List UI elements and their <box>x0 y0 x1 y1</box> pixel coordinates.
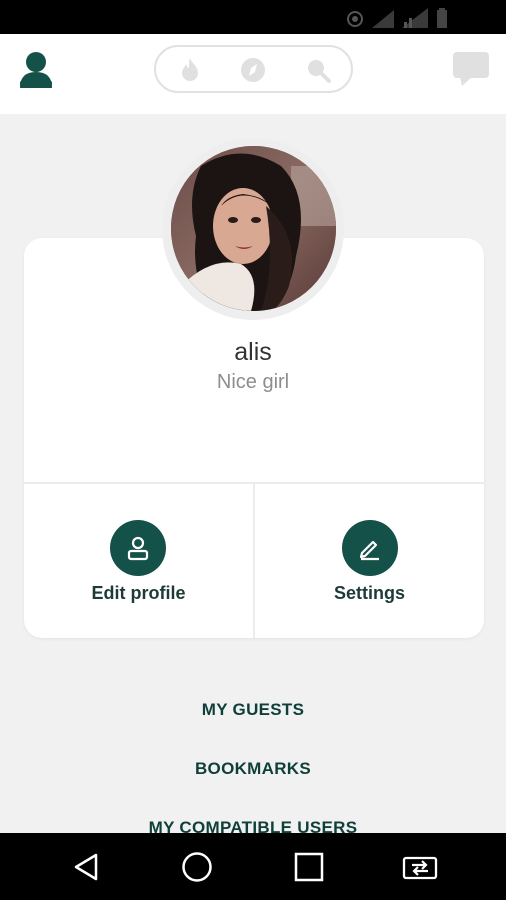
home-icon <box>182 852 212 882</box>
fire-icon <box>182 58 198 81</box>
menu-item-bookmarks[interactable]: BOOKMARKS <box>0 759 506 779</box>
system-nav-bar <box>0 833 506 900</box>
avatar-photo <box>171 146 336 311</box>
signal-icon <box>372 10 394 28</box>
menu-item-my-guests[interactable]: MY GUESTS <box>0 700 506 720</box>
recents-icon <box>294 852 324 882</box>
avatar[interactable] <box>171 146 336 311</box>
status-bar <box>0 0 506 34</box>
signal-icon <box>402 8 428 28</box>
messages-button[interactable] <box>452 51 490 87</box>
chat-icon <box>453 52 489 86</box>
discovery-tab-switcher <box>154 45 353 93</box>
search-icon <box>308 60 331 83</box>
edit-profile-icon-button[interactable] <box>110 520 166 576</box>
user-edit-icon <box>127 536 149 561</box>
location-icon <box>346 10 364 28</box>
profile-icon <box>20 52 52 88</box>
compass-icon <box>241 58 265 82</box>
profile-tab-button[interactable] <box>18 50 54 90</box>
back-button[interactable] <box>68 849 104 885</box>
edit-profile-label[interactable]: Edit profile <box>24 583 253 604</box>
switch-icon <box>402 856 438 880</box>
tab-hot[interactable] <box>176 56 204 84</box>
tab-explore[interactable] <box>239 56 267 84</box>
battery-icon <box>436 8 448 28</box>
settings-label[interactable]: Settings <box>255 583 484 604</box>
home-button[interactable] <box>179 849 215 885</box>
status-icons <box>346 6 448 28</box>
switch-button[interactable] <box>402 849 438 885</box>
tab-search[interactable] <box>304 56 332 84</box>
recents-button[interactable] <box>291 849 327 885</box>
profile-bio: Nice girl <box>216 371 290 393</box>
pencil-icon <box>359 540 379 561</box>
settings-icon-button[interactable] <box>342 520 398 576</box>
profile-username: alis <box>234 338 272 366</box>
back-icon <box>74 853 98 881</box>
top-bar <box>0 34 506 114</box>
